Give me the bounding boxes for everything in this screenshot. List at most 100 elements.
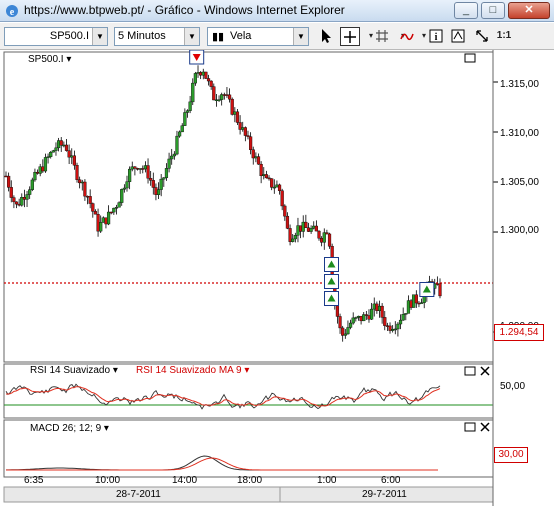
candle-body [183, 112, 187, 126]
candle-body [38, 166, 42, 174]
candle-body [370, 308, 374, 320]
candle-body [154, 187, 158, 195]
minimize-button[interactable]: _ [454, 2, 478, 19]
zoom-reset-button[interactable]: 1:1 [494, 27, 514, 46]
window-title: https://www.btpweb.pt/ - Gráfico - Windo… [24, 3, 345, 17]
chevron-down-icon[interactable]: ▼ [293, 28, 308, 45]
candle-body [78, 179, 82, 184]
close-button[interactable]: ✕ [508, 2, 550, 19]
interval-select[interactable]: 5 Minutos ▼ [114, 27, 200, 46]
date-label: 28-7-2011 [116, 489, 161, 500]
candle-body [288, 228, 292, 242]
candle-body [227, 94, 232, 100]
candle-body [93, 211, 98, 215]
candle-body [51, 150, 55, 153]
candle-body [130, 166, 134, 170]
candle-body [309, 228, 313, 232]
candle-body [14, 201, 19, 205]
time-label: 6:35 [24, 475, 44, 486]
svg-text:e: e [10, 7, 15, 18]
candle-body [254, 156, 258, 159]
candle-body [57, 140, 61, 149]
chevron-down-icon[interactable]: ▼ [92, 28, 107, 45]
settings-icon[interactable] [448, 27, 468, 46]
candle-body [325, 232, 329, 235]
tick-1305: 1.305,00 [500, 177, 539, 188]
macd-label[interactable]: MACD 26; 12; 9 ▾ [30, 423, 109, 434]
candle-body [225, 94, 229, 96]
candle-body [217, 99, 221, 101]
candle-body [62, 144, 66, 147]
maximize-panel-icon[interactable] [464, 422, 476, 432]
candle-body [191, 82, 195, 103]
pointer-tool-button[interactable] [316, 27, 336, 46]
candle-body [4, 175, 8, 178]
date-bar [3, 486, 494, 503]
candle-body [280, 190, 284, 207]
svg-text:i: i [435, 32, 438, 43]
maximize-button[interactable]: □ [481, 2, 505, 19]
candle-body [438, 283, 442, 297]
chart-canvas[interactable] [0, 50, 554, 506]
candle-body [162, 177, 166, 180]
candle-body [185, 110, 190, 113]
candle-body [398, 319, 403, 325]
candle-body [214, 99, 219, 102]
candle-body [28, 189, 32, 195]
candle-body [212, 86, 216, 101]
candle-body [30, 179, 34, 190]
candle-body [351, 317, 355, 324]
candle-icon: ▮▮ [212, 31, 225, 43]
zoom-fit-icon[interactable] [472, 27, 492, 46]
candle-body [17, 203, 21, 206]
maximize-panel-icon[interactable] [464, 366, 476, 376]
candle-body [125, 181, 129, 189]
candle-body [354, 317, 358, 319]
candle-body [199, 72, 203, 76]
candle-body [262, 174, 266, 177]
candle-body [164, 168, 169, 178]
candle-body [243, 127, 247, 136]
candle-body [230, 98, 234, 115]
crosshair-tool-button[interactable] [340, 27, 360, 46]
info-icon[interactable]: i [426, 27, 446, 46]
candle-body [246, 135, 250, 137]
candle-body [96, 214, 100, 232]
candle-body [301, 221, 305, 232]
candle-body [22, 197, 27, 200]
candle-body [372, 303, 376, 310]
candle-body [251, 149, 255, 159]
maximize-panel-icon[interactable] [464, 53, 476, 63]
candle-body [362, 314, 366, 322]
candle-body [238, 122, 242, 130]
candle-body [375, 303, 379, 311]
candle-body [188, 101, 192, 111]
candle-body [256, 156, 261, 165]
candle-body [241, 127, 245, 130]
candle-body [401, 314, 405, 321]
symbol-label[interactable]: SP500.I ▾ [28, 54, 71, 65]
tick-1315: 1.315,00 [500, 79, 539, 90]
candle-body [206, 78, 211, 82]
chart-type-value: Vela [230, 30, 252, 42]
chart-area[interactable]: SP500.I ▾ 1.315,00 1.310,00 1.305,00 1.3… [0, 50, 554, 506]
candle-body [204, 71, 208, 79]
ie-icon: e [6, 5, 18, 18]
chart-type-select[interactable]: ▮▮ Vela ▼ [207, 27, 309, 46]
grid-icon[interactable] [372, 27, 392, 46]
candle-body [346, 327, 350, 335]
symbol-field[interactable]: SP500.I ▼ [4, 27, 108, 46]
rsi-ma-label[interactable]: RSI 14 Suavizado MA 9 ▾ [136, 365, 249, 376]
candle-body [409, 300, 413, 308]
time-label: 6:00 [381, 475, 401, 486]
candle-body [380, 305, 384, 318]
candle-body [283, 205, 287, 217]
candle-body [304, 221, 308, 229]
candle-body [80, 181, 84, 184]
rsi-label[interactable]: RSI 14 Suavizado ▾ [30, 365, 118, 376]
chevron-down-icon[interactable]: ▼ [184, 28, 199, 45]
candle-body [314, 225, 318, 232]
candle-body [275, 184, 279, 188]
candle-body [285, 215, 290, 229]
candle-body [67, 150, 71, 158]
